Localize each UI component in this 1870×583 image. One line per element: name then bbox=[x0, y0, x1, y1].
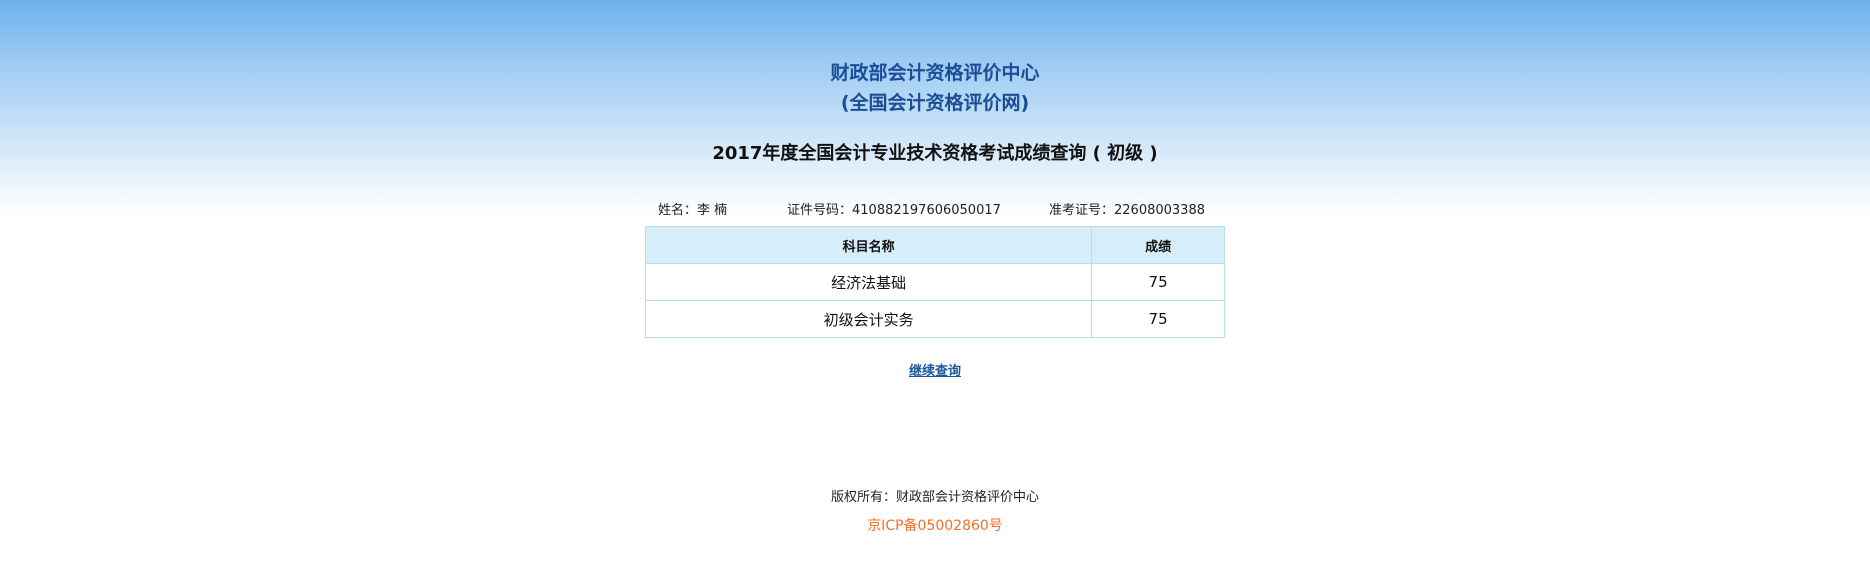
candidate-exam-number: 准考证号：22608003388 bbox=[1049, 199, 1205, 218]
org-name: 财政部会计资格评价中心 bbox=[830, 62, 1040, 84]
subject-cell: 初级会计实务 bbox=[644, 300, 1093, 338]
score-cell: 75 bbox=[1091, 263, 1225, 301]
candidate-id-value: 410882197606050017 bbox=[852, 203, 1001, 218]
candidate-id: 证件号码：410882197606050017 bbox=[787, 199, 1001, 218]
score-table: 科目名称 成绩 经济法基础 75 初级会计实务 75 bbox=[644, 226, 1225, 338]
candidate-name-value: 李 楠 bbox=[697, 203, 728, 218]
exam-number-label: 准考证号： bbox=[1049, 203, 1115, 218]
continue-query-link[interactable]: 继续查询 bbox=[909, 364, 961, 379]
table-row: 经济法基础 75 bbox=[644, 263, 1225, 301]
column-header-subject: 科目名称 bbox=[644, 226, 1093, 264]
subject-cell: 经济法基础 bbox=[644, 263, 1093, 301]
exam-number-value: 22608003388 bbox=[1114, 203, 1205, 218]
site-header: 财政部会计资格评价中心 (全国会计资格评价网) bbox=[0, 58, 1870, 118]
column-header-score: 成绩 bbox=[1091, 226, 1225, 264]
page-title: 2017年度全国会计专业技术资格考试成绩查询 ( 初级 ) bbox=[712, 143, 1158, 164]
table-header-row: 科目名称 成绩 bbox=[644, 226, 1225, 264]
candidate-info: 姓名：李 楠 证件号码：410882197606050017 准考证号：2260… bbox=[646, 199, 1226, 219]
continue-query-row: 继续查询 bbox=[0, 360, 1870, 379]
table-row: 初级会计实务 75 bbox=[644, 300, 1225, 338]
org-site-name: (全国会计资格评价网) bbox=[840, 92, 1030, 114]
score-cell: 75 bbox=[1091, 300, 1225, 338]
candidate-name: 姓名：李 楠 bbox=[658, 199, 727, 218]
candidate-name-label: 姓名： bbox=[658, 203, 698, 218]
candidate-id-label: 证件号码： bbox=[787, 203, 853, 218]
icp-link[interactable]: 京ICP备05002860号 bbox=[0, 515, 1870, 535]
copyright-text: 版权所有：财政部会计资格评价中心 bbox=[830, 490, 1039, 505]
